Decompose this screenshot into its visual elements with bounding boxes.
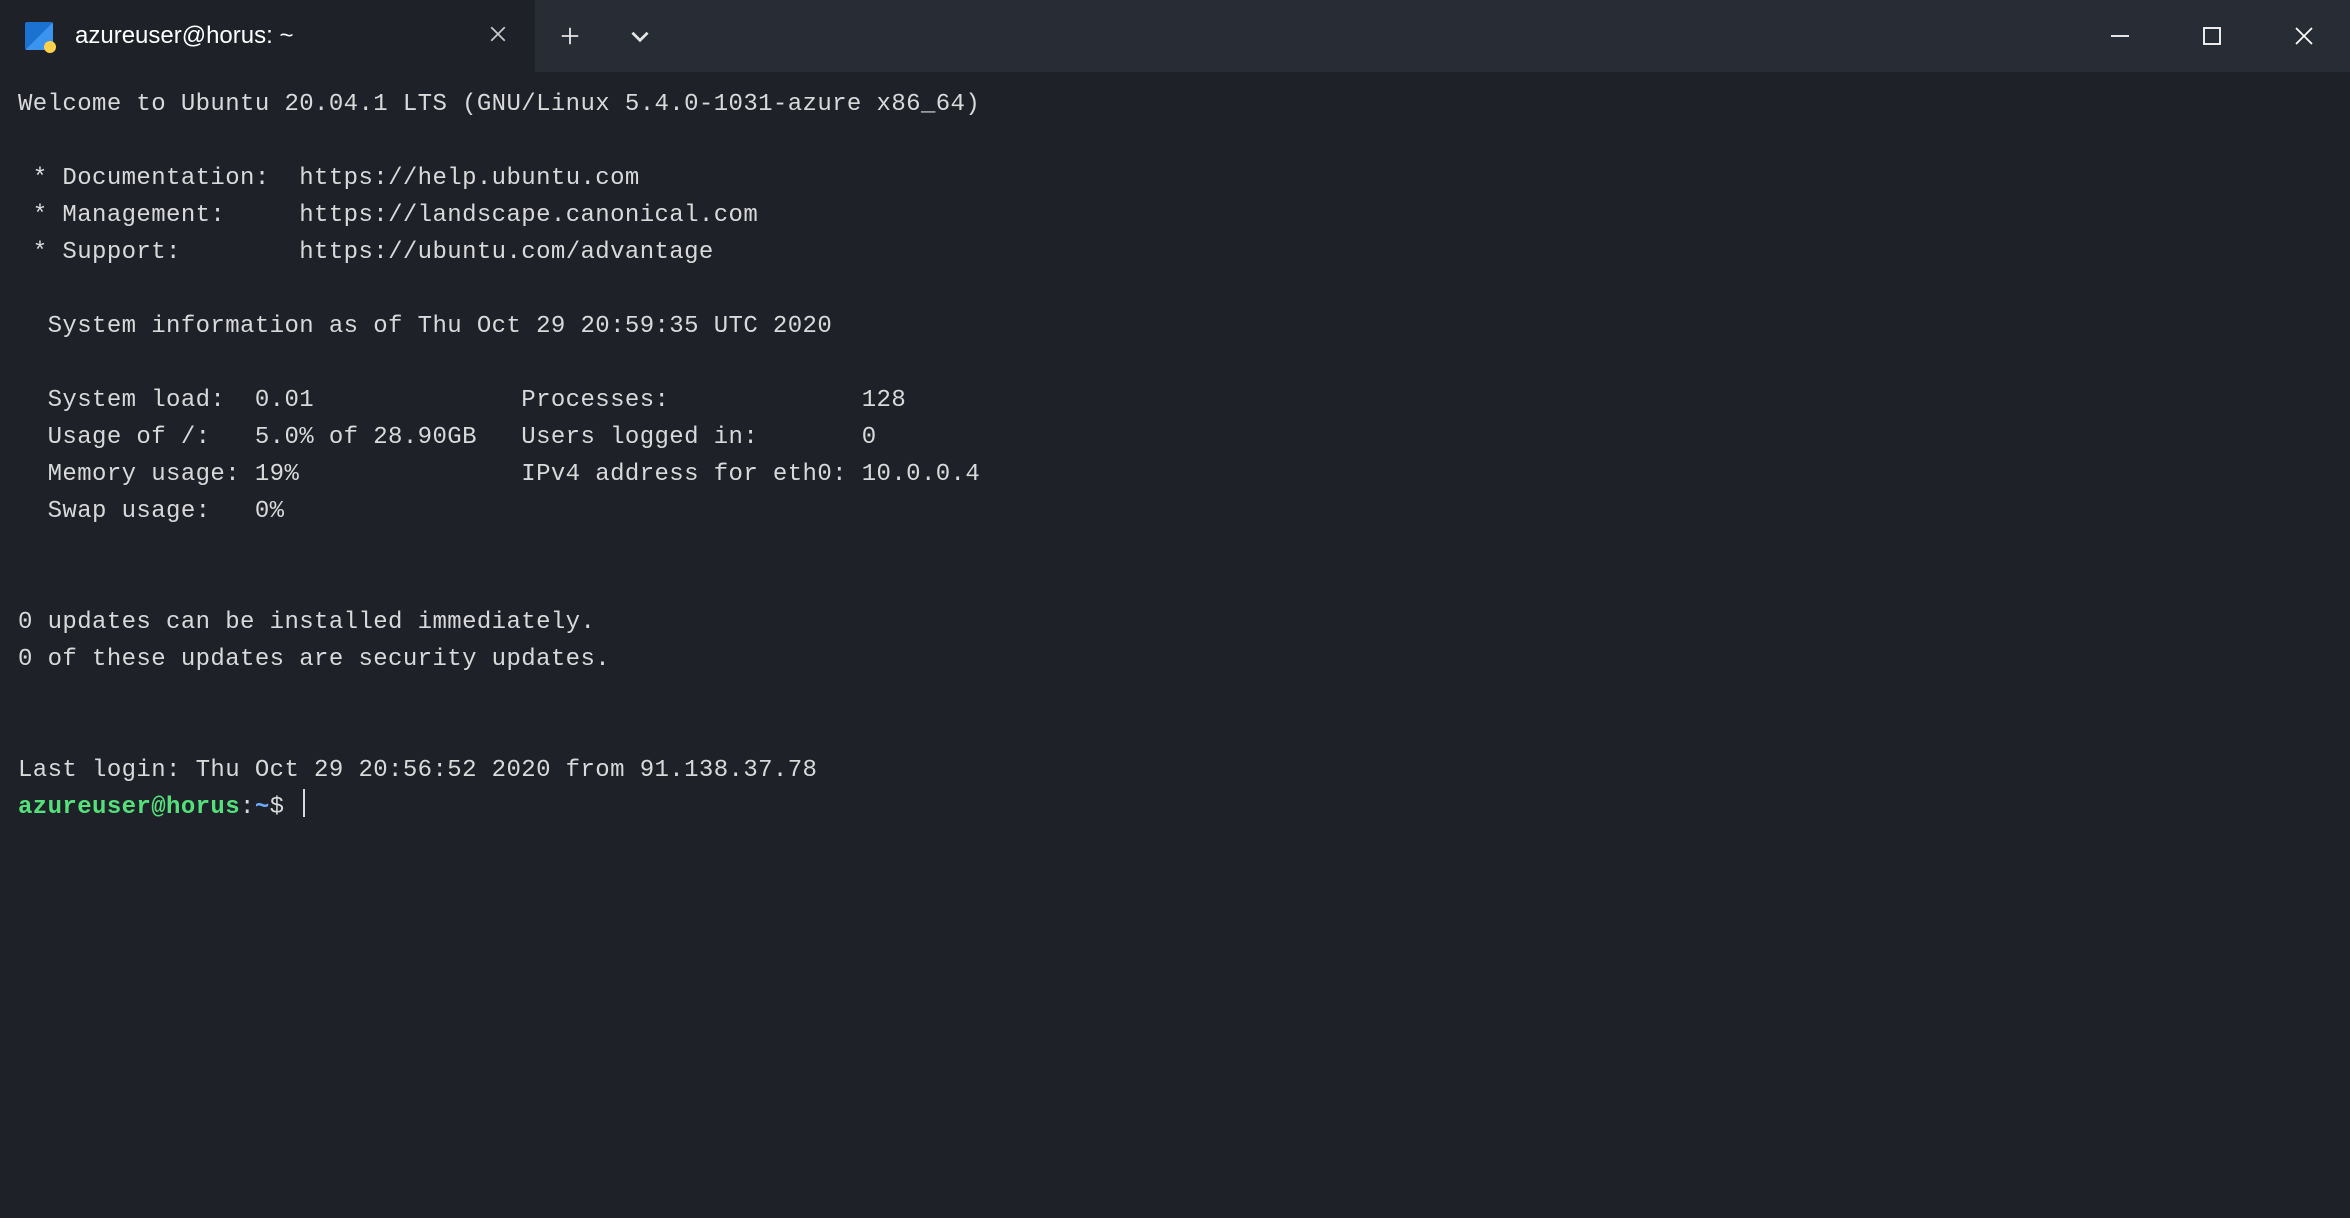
tab-terminal[interactable]: azureuser@horus: ~: [0, 0, 535, 72]
cursor: [303, 789, 305, 817]
link-support-label: * Support:: [18, 239, 299, 266]
terminal-viewport[interactable]: Welcome to Ubuntu 20.04.1 LTS (GNU/Linux…: [0, 72, 2350, 840]
sysinfo-asof: System information as of Thu Oct 29 20:5…: [18, 313, 832, 340]
titlebar-drag-area[interactable]: [675, 0, 2074, 72]
sysinfo-line-4: Swap usage: 0%: [18, 498, 284, 525]
link-support-url: https://ubuntu.com/advantage: [299, 239, 713, 266]
tab-title: azureuser@horus: ~: [75, 22, 481, 50]
sysinfo-line-3: Memory usage: 19% IPv4 address for eth0:…: [18, 461, 980, 488]
prompt-symbol: $: [270, 794, 300, 821]
link-mgmt-label: * Management:: [18, 202, 299, 229]
close-tab-button[interactable]: [481, 23, 515, 49]
prompt-path: ~: [255, 794, 270, 821]
tabbar-actions: [535, 0, 675, 72]
sysinfo-line-1: System load: 0.01 Processes: 128: [18, 387, 906, 414]
minimize-button[interactable]: [2074, 0, 2166, 72]
sysinfo-line-2: Usage of /: 5.0% of 28.90GB Users logged…: [18, 424, 877, 451]
link-doc-url: https://help.ubuntu.com: [299, 165, 639, 192]
link-mgmt-url: https://landscape.canonical.com: [299, 202, 758, 229]
titlebar: azureuser@horus: ~: [0, 0, 2350, 72]
last-login: Last login: Thu Oct 29 20:56:52 2020 fro…: [18, 757, 817, 784]
close-window-button[interactable]: [2258, 0, 2350, 72]
motd-welcome: Welcome to Ubuntu 20.04.1 LTS (GNU/Linux…: [18, 91, 980, 118]
updates-line-2: 0 of these updates are security updates.: [18, 646, 610, 673]
new-tab-button[interactable]: [535, 25, 605, 47]
prompt-colon: :: [240, 794, 255, 821]
terminal-profile-icon: [25, 22, 53, 50]
link-doc-label: * Documentation:: [18, 165, 299, 192]
updates-line-1: 0 updates can be installed immediately.: [18, 609, 595, 636]
maximize-button[interactable]: [2166, 0, 2258, 72]
window-controls: [2074, 0, 2350, 72]
tab-dropdown-button[interactable]: [605, 23, 675, 49]
prompt-userhost: azureuser@horus: [18, 794, 240, 821]
